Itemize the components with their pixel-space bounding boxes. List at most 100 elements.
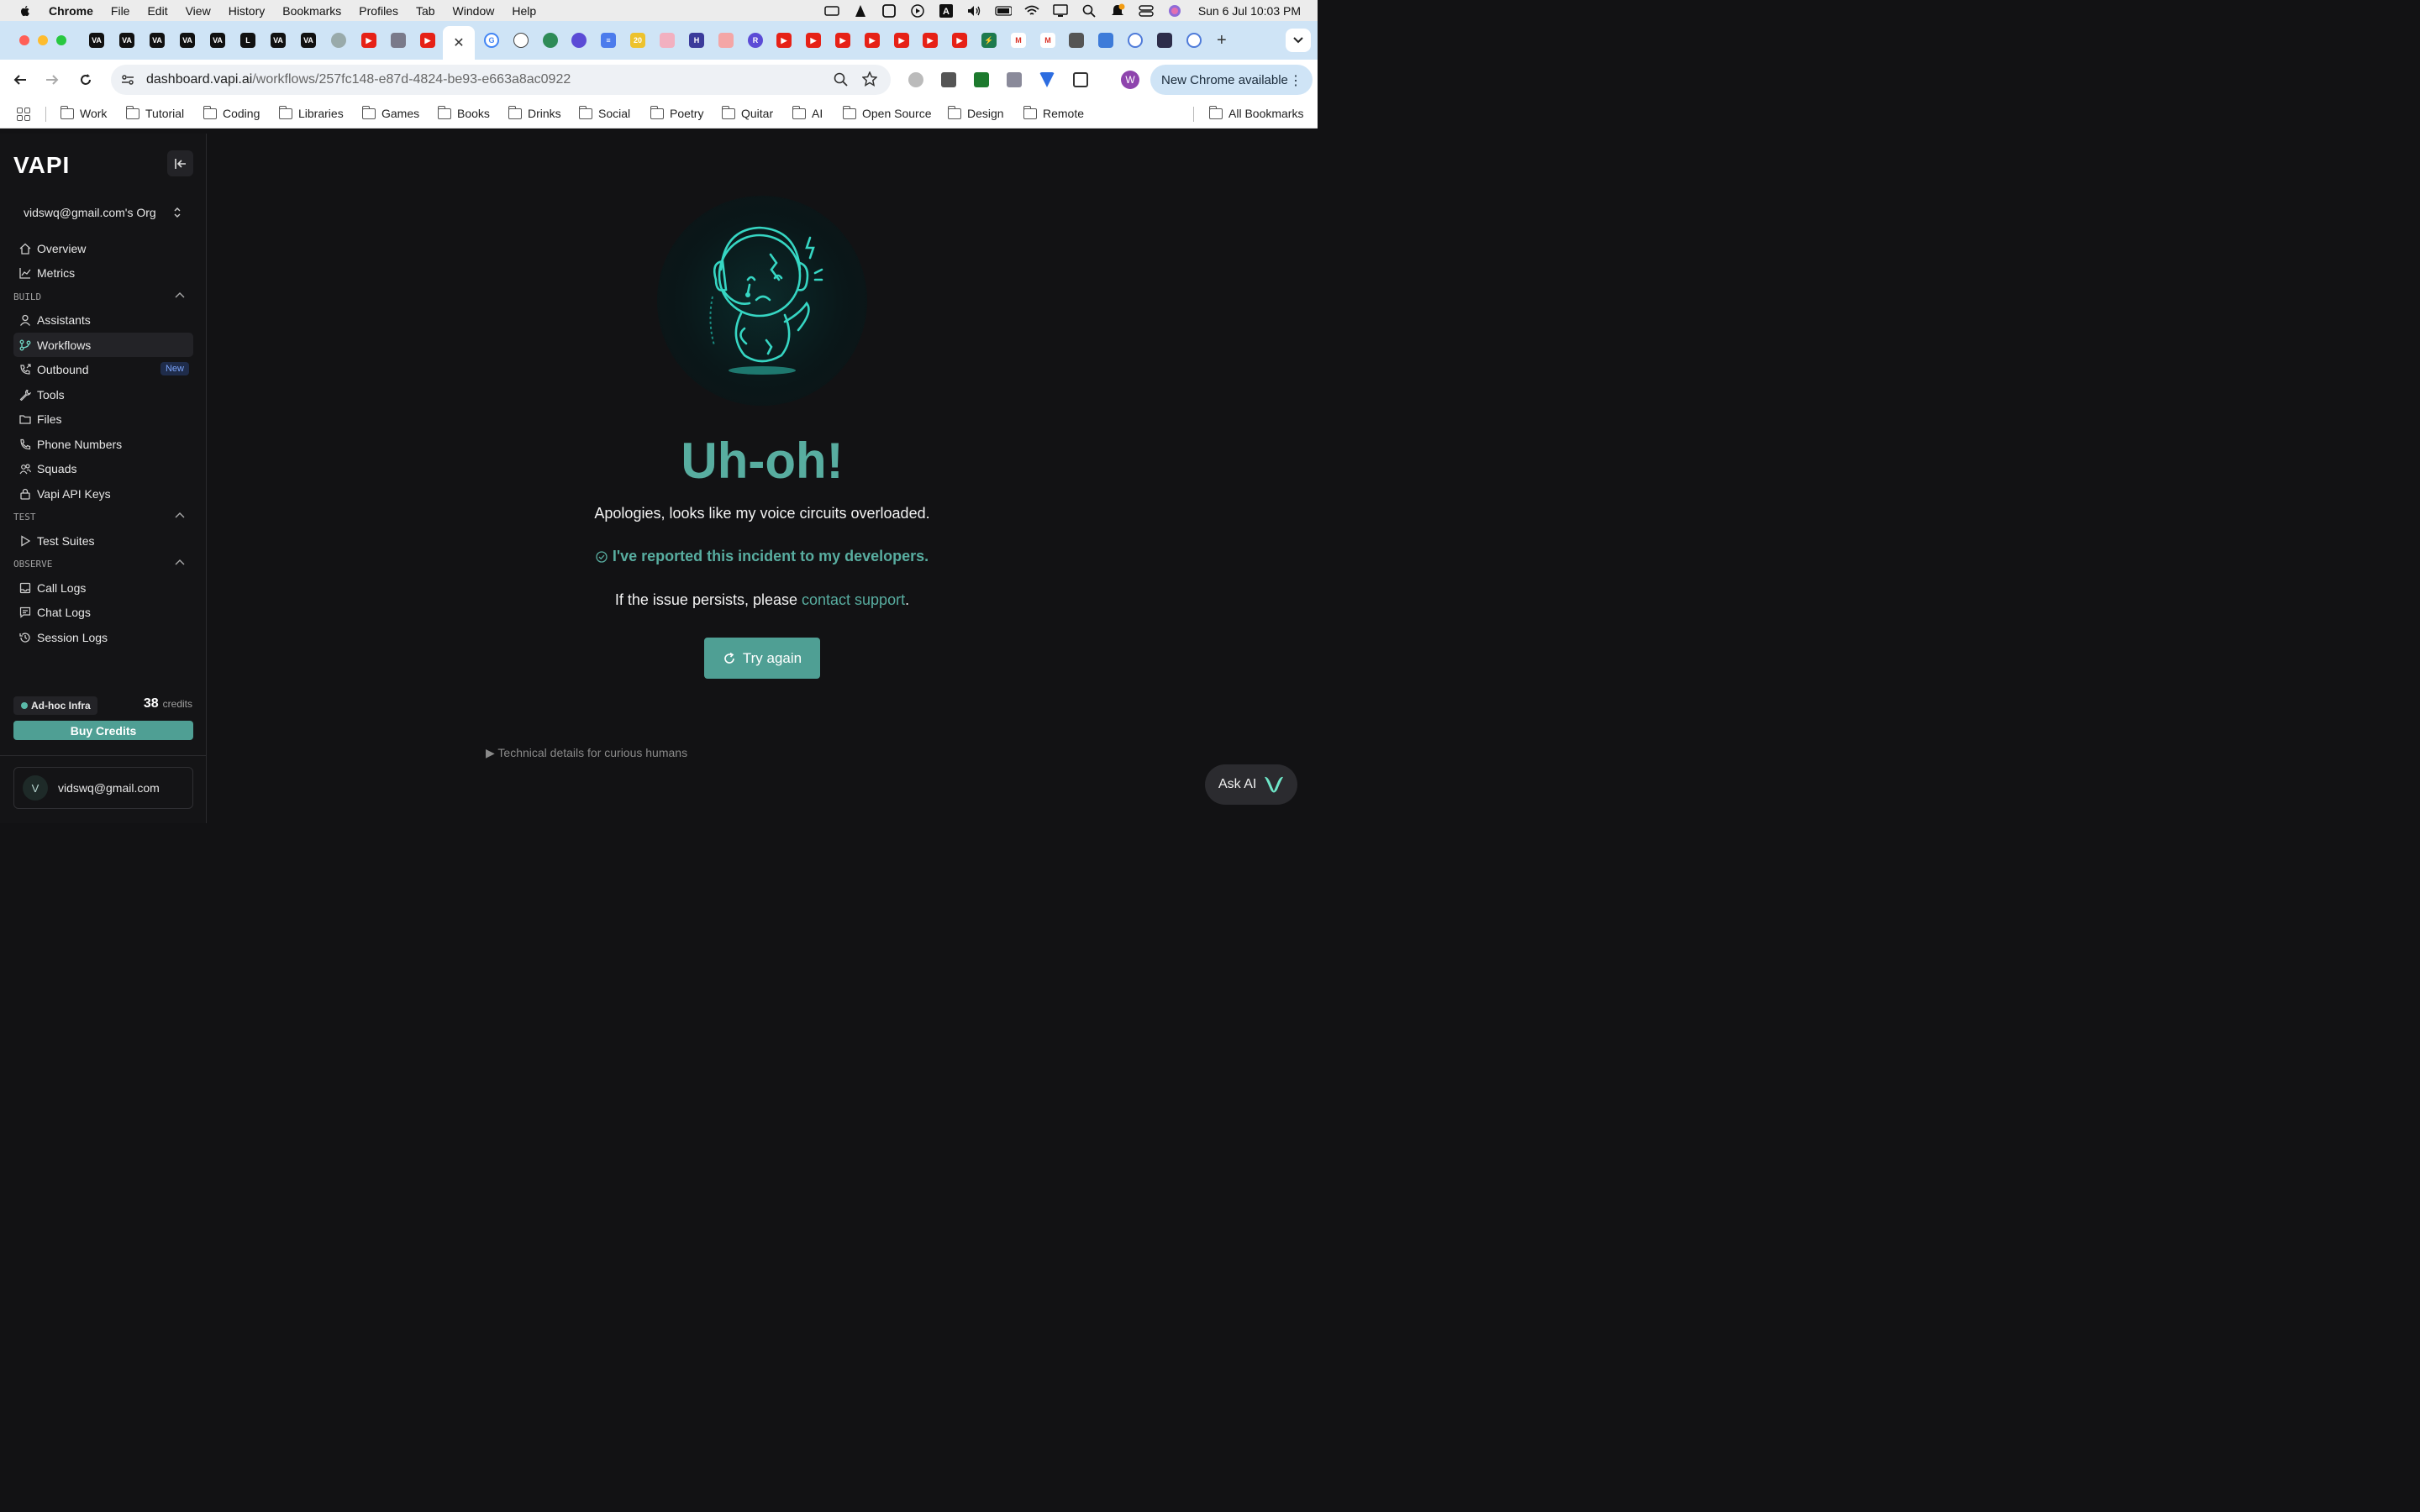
bookmark-folder[interactable]: Quitar	[721, 105, 773, 120]
bookmark-folder[interactable]: Drinks	[508, 105, 561, 120]
tab-favicon-docs[interactable]: ≡	[601, 33, 616, 48]
bookmark-folder[interactable]: Libraries	[278, 105, 344, 120]
user-menu[interactable]: V vidswq@gmail.com	[13, 767, 193, 809]
technical-details-toggle[interactable]: ▶ Technical details for curious humans	[486, 746, 687, 760]
zoom-window-button[interactable]	[56, 35, 66, 45]
bookmark-folder[interactable]: Open Source	[842, 105, 932, 120]
sidebar-item-assistants[interactable]: Assistants	[13, 307, 193, 332]
tab-favicon-vapi[interactable]: VA	[89, 33, 104, 48]
bookmark-folder[interactable]: Poetry	[650, 105, 703, 120]
sidebar-item-call-logs[interactable]: Call Logs	[13, 575, 193, 600]
siri-icon[interactable]	[1166, 4, 1183, 18]
site-settings-icon[interactable]	[119, 71, 136, 88]
extension-code-icon[interactable]	[1007, 72, 1022, 87]
display-icon[interactable]	[1052, 3, 1069, 18]
tab-favicon-youtube[interactable]: ▶	[865, 33, 880, 48]
tab-favicon-app[interactable]: ⚡	[981, 33, 997, 48]
sidebar-item-squads[interactable]: Squads	[13, 456, 193, 480]
menu-help[interactable]: Help	[512, 4, 536, 18]
tab-favicon-vapi[interactable]: VA	[119, 33, 134, 48]
sidebar-item-outbound[interactable]: Outbound New	[13, 357, 193, 381]
sidebar-item-tools[interactable]: Tools	[13, 382, 193, 407]
battery-icon[interactable]	[995, 4, 1012, 18]
tab-favicon-vapi[interactable]: VA	[210, 33, 225, 48]
play-circle-icon[interactable]	[909, 3, 926, 18]
menu-window[interactable]: Window	[453, 4, 495, 18]
input-source-icon[interactable]: A	[938, 3, 955, 18]
screen-app-icon[interactable]	[881, 3, 897, 18]
org-switcher[interactable]: vidswq@gmail.com's Org	[24, 206, 182, 219]
notification-bell-icon[interactable]	[1109, 3, 1126, 18]
tab-favicon-app[interactable]	[1186, 33, 1202, 48]
tab-favicon-app[interactable]: H	[689, 33, 704, 48]
profile-avatar[interactable]: W	[1121, 71, 1139, 89]
tab-favicon-vapi[interactable]: VA	[150, 33, 165, 48]
bookmark-folder[interactable]: Work	[60, 105, 107, 120]
apple-icon[interactable]	[18, 4, 32, 18]
bookmark-folder[interactable]: Remote	[1023, 105, 1084, 120]
extension-globe-icon[interactable]	[908, 72, 923, 87]
tab-favicon-app[interactable]	[1098, 33, 1113, 48]
tab-favicon-app[interactable]	[1128, 33, 1143, 48]
sidebar-item-test-suites[interactable]: Test Suites	[13, 528, 193, 553]
wifi-icon[interactable]	[1023, 4, 1040, 18]
menu-file[interactable]: File	[111, 4, 130, 18]
sidebar-item-metrics[interactable]: Metrics	[13, 260, 193, 285]
all-bookmarks-button[interactable]: All Bookmarks	[1208, 105, 1303, 120]
section-observe[interactable]: OBSERVE	[13, 559, 193, 570]
bookmark-folder[interactable]: Books	[437, 105, 490, 120]
buy-credits-button[interactable]: Buy Credits	[13, 721, 193, 740]
menu-tab[interactable]: Tab	[416, 4, 435, 18]
tab-favicon-app[interactable]	[1069, 33, 1084, 48]
back-button[interactable]	[12, 71, 29, 88]
sidebar-item-chat-logs[interactable]: Chat Logs	[13, 600, 193, 624]
active-tab[interactable]: ✕	[443, 26, 475, 60]
tab-favicon-youtube[interactable]: ▶	[420, 33, 435, 48]
collapse-sidebar-button[interactable]	[167, 150, 193, 176]
chrome-update-button[interactable]: New Chrome available ⋮	[1150, 65, 1313, 95]
vapi-logo[interactable]: VAPI	[13, 152, 70, 179]
control-center-icon[interactable]	[1138, 4, 1155, 18]
contact-support-link[interactable]: contact support	[802, 591, 905, 608]
section-build[interactable]: BUILD	[13, 291, 193, 302]
bookmark-folder[interactable]: Design	[947, 105, 1004, 120]
menu-edit[interactable]: Edit	[147, 4, 167, 18]
tab-favicon-llama[interactable]: L	[240, 33, 255, 48]
tab-favicon-app[interactable]	[718, 33, 734, 48]
menu-history[interactable]: History	[229, 4, 266, 18]
new-tab-button[interactable]: +	[1217, 31, 1227, 50]
tab-favicon-openai[interactable]	[513, 33, 529, 48]
sidebar-item-phone-numbers[interactable]: Phone Numbers	[13, 432, 193, 456]
menu-profiles[interactable]: Profiles	[359, 4, 398, 18]
tab-favicon-vapi[interactable]: VA	[271, 33, 286, 48]
tab-favicon-2048[interactable]: 20	[630, 33, 645, 48]
bookmark-folder[interactable]: Games	[361, 105, 419, 120]
tab-favicon-youtube[interactable]: ▶	[806, 33, 821, 48]
menu-bookmarks[interactable]: Bookmarks	[282, 4, 341, 18]
tab-favicon-youtube[interactable]: ▶	[923, 33, 938, 48]
tab-favicon-globe[interactable]	[331, 33, 346, 48]
tab-favicon-youtube[interactable]: ▶	[776, 33, 792, 48]
close-window-button[interactable]	[19, 35, 29, 45]
bookmark-folder[interactable]: Tutorial	[125, 105, 184, 120]
extensions-puzzle-icon[interactable]	[1073, 72, 1088, 87]
tab-favicon-app[interactable]	[1157, 33, 1172, 48]
tab-favicon-app[interactable]: R	[748, 33, 763, 48]
vlc-icon[interactable]	[852, 4, 869, 18]
address-bar[interactable]: dashboard.vapi.ai/workflows/257fc148-e87…	[111, 65, 891, 95]
menu-view[interactable]: View	[186, 4, 211, 18]
close-tab-icon[interactable]: ✕	[453, 34, 464, 51]
extension-app-icon[interactable]	[941, 72, 956, 87]
tab-favicon-youtube[interactable]: ▶	[952, 33, 967, 48]
tab-favicon-youtube[interactable]: ▶	[894, 33, 909, 48]
section-test[interactable]: TEST	[13, 512, 193, 522]
reload-button[interactable]	[77, 71, 94, 88]
apps-grid-icon[interactable]	[17, 108, 30, 121]
volume-icon[interactable]	[966, 4, 983, 18]
spotlight-search-icon[interactable]	[1081, 4, 1097, 18]
try-again-button[interactable]: Try again	[704, 638, 820, 679]
minimize-window-button[interactable]	[38, 35, 48, 45]
tab-favicon-google[interactable]: G	[484, 33, 499, 48]
tab-favicon-youtube[interactable]: ▶	[835, 33, 850, 48]
sidebar-item-api-keys[interactable]: Vapi API Keys	[13, 481, 193, 506]
